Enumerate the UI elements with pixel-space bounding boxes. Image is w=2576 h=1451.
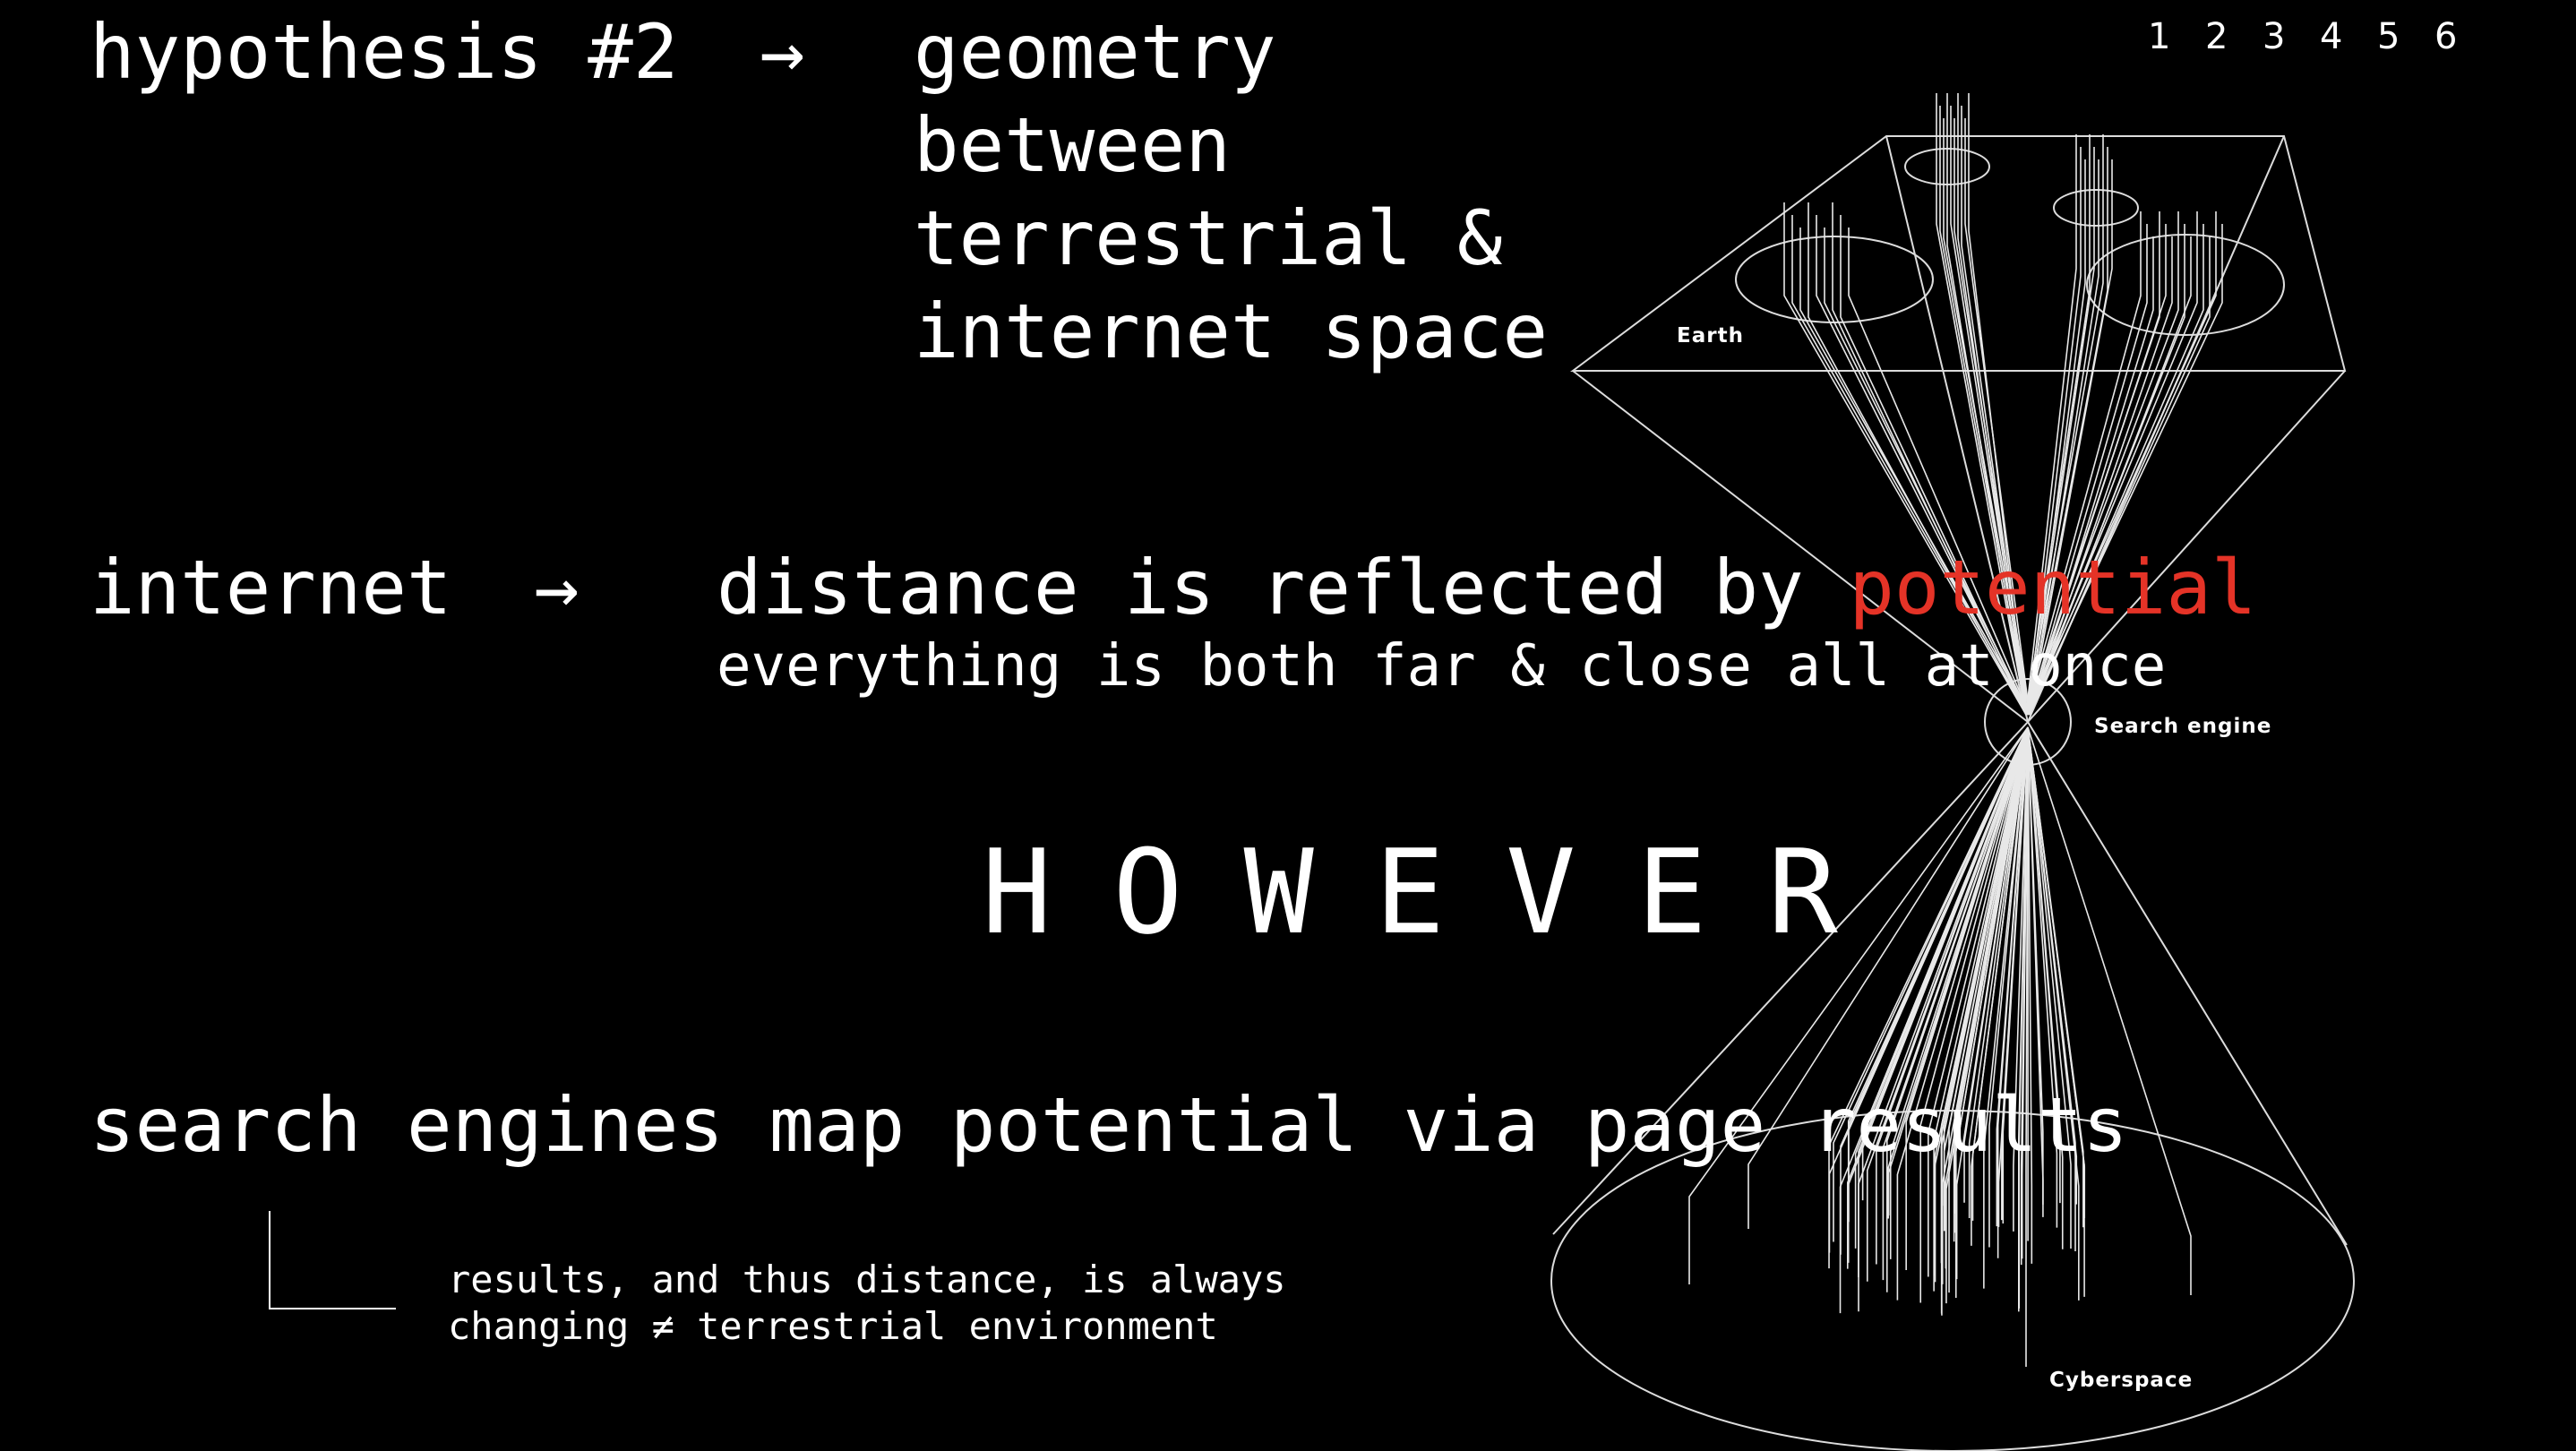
page-6-link[interactable]: 6	[2434, 16, 2492, 57]
however-heading: HOWEVER	[982, 824, 1899, 960]
note-line-1: results, and thus distance, is always	[448, 1258, 1286, 1301]
page-navigation: 123456	[2148, 16, 2492, 57]
hypothesis-line-2: between	[914, 101, 1232, 189]
search-engine-label: Search engine	[2094, 715, 2271, 738]
internet-arrow: →	[534, 544, 580, 631]
page-2-link[interactable]: 2	[2205, 16, 2263, 57]
page-1-link[interactable]: 1	[2148, 16, 2205, 57]
internet-subtext: everything is both far & close all at on…	[717, 633, 2167, 700]
page-3-link[interactable]: 3	[2263, 16, 2320, 57]
earth-label: Earth	[1677, 324, 1744, 348]
hypothesis-line-3: terrestrial &	[914, 194, 1503, 282]
search-headline: search engines map potential via page re…	[90, 1081, 2128, 1169]
cyberspace-label: Cyberspace	[2049, 1369, 2193, 1392]
hypothesis-line-1: geometry	[914, 8, 1276, 96]
connection-line	[1876, 726, 2029, 1265]
potential-highlight: potential	[1849, 544, 2257, 631]
earth-region	[2053, 189, 2139, 227]
internet-label: internet	[90, 544, 452, 631]
page-4-link[interactable]: 4	[2320, 16, 2377, 57]
earth-region	[2086, 234, 2285, 336]
hypothesis-label: hypothesis #2	[90, 8, 679, 96]
earth-region	[1735, 236, 1934, 323]
page-5-link[interactable]: 5	[2377, 16, 2434, 57]
hypothesis-arrow: →	[760, 8, 805, 96]
connection-line	[2027, 726, 2192, 1295]
statement-text: distance is reflected by	[717, 544, 1850, 631]
internet-statement: distance is reflected by potential	[717, 550, 2256, 625]
connection-line	[2029, 159, 2113, 716]
hypothesis-line-4: internet space	[914, 288, 1549, 375]
note-line-2: changing ≠ terrestrial environment	[448, 1304, 1218, 1348]
note-bracket	[269, 1211, 396, 1309]
